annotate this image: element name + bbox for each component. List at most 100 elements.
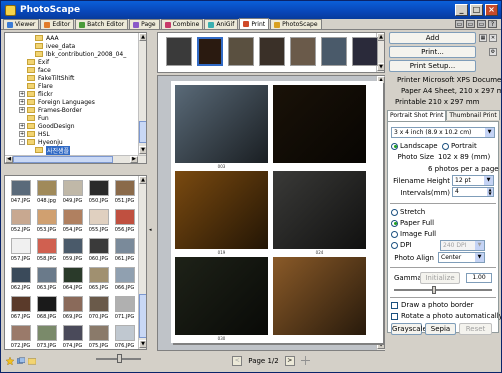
star-icon[interactable] (6, 356, 14, 365)
thumbnail-item[interactable]: 074.JPG (60, 323, 85, 349)
thumbnail-item[interactable]: 057.JPG (8, 236, 33, 264)
strip-photo[interactable] (166, 37, 192, 66)
screen-icon[interactable]: ▭ (455, 20, 464, 28)
thumbnail-item[interactable]: 059.JPG (60, 236, 85, 264)
tab-viewer[interactable]: Viewer (3, 19, 40, 29)
thumbnail-item[interactable]: 054.JPG (60, 207, 85, 235)
tree-item[interactable]: Flare (7, 82, 137, 90)
thumbnail-item[interactable]: 075.JPG (86, 323, 111, 349)
tree-item[interactable]: + Frames-Border (7, 106, 137, 114)
tab-page[interactable]: Page (129, 19, 160, 29)
rotate-auto-checkbox[interactable]: Rotate a photo automatically (391, 312, 501, 320)
screen-icon[interactable]: ▭ (466, 20, 475, 28)
maximize-button[interactable]: □ (470, 4, 483, 16)
thumbnail-browser[interactable]: 047.JPG 048.jpg 049.JPG 050.JPG 051.JPG 052.J… (4, 175, 147, 350)
collapse-icon[interactable]: - (19, 139, 25, 145)
photos-icon[interactable] (17, 357, 25, 365)
thumbnail-item[interactable]: 067.JPG (8, 294, 33, 322)
expand-icon[interactable]: + (19, 99, 25, 105)
preview-photo[interactable] (175, 85, 268, 163)
landscape-radio[interactable]: Landscape (391, 142, 438, 150)
strip-photo[interactable] (259, 37, 285, 66)
move-icon[interactable] (300, 356, 310, 365)
tree-item[interactable]: ivee_data (7, 42, 137, 50)
strip-photo[interactable] (197, 37, 223, 66)
thumbnail-item[interactable]: 055.JPG (86, 207, 111, 235)
add-button[interactable]: Add (389, 32, 476, 44)
delete-icon[interactable]: ✕ (489, 34, 497, 42)
thumbnail-item[interactable]: 065.JPG (86, 265, 111, 293)
thumbnail-item[interactable]: 063.JPG (34, 265, 59, 293)
tree-item[interactable]: + HSL (7, 130, 137, 138)
dpi-radio[interactable]: DPI (391, 241, 412, 249)
thumbnail-scrollbar[interactable]: ▲ ▼ (138, 176, 146, 349)
thumbnail-item[interactable]: 048.jpg (34, 178, 59, 206)
reset-button[interactable]: Reset (459, 323, 492, 335)
close-button[interactable]: × (485, 4, 498, 16)
gamma-value[interactable]: 1.00 (466, 273, 492, 283)
preview-photo[interactable] (273, 171, 366, 249)
tab-thumbnail-print[interactable]: Thumbnail Print (446, 110, 500, 120)
help-icon[interactable]: ? (488, 20, 497, 28)
tab-anigif[interactable]: AniGif (204, 19, 239, 29)
thumbnail-item[interactable]: 050.JPG (86, 178, 111, 206)
photo-size-select[interactable]: 3 x 4 inch (8.9 x 10.2 cm) ▼ (391, 127, 495, 138)
prev-page-button[interactable]: < (232, 355, 243, 366)
thumbnail-item[interactable]: 058.JPG (34, 236, 59, 264)
portrait-radio[interactable]: Portrait (442, 142, 477, 150)
thumbnail-item[interactable]: 073.JPG (34, 323, 59, 349)
tree-horizontal-scrollbar[interactable]: ◀ ▶ (5, 155, 146, 163)
tree-item[interactable]: AAA (7, 34, 137, 42)
grayscale-button[interactable]: Grayscale (391, 323, 427, 335)
tree-item[interactable]: + Foreign Languages (7, 98, 137, 106)
clear-icon[interactable]: ▦ (479, 34, 487, 42)
thumbnail-item[interactable]: 060.JPG (86, 236, 111, 264)
tab-combine[interactable]: Combine (160, 19, 204, 29)
thumbnail-item[interactable]: 052.JPG (8, 207, 33, 235)
gamma-slider[interactable] (394, 289, 492, 291)
tree-item[interactable]: + flickr (7, 90, 137, 98)
draw-border-checkbox[interactable]: Draw a photo border (391, 301, 474, 309)
photo-align-select[interactable]: Center ▼ (438, 252, 485, 263)
tab-batch-editor[interactable]: Batch Editor (75, 19, 129, 29)
thumbnail-size-knob[interactable] (117, 354, 122, 363)
folder-icon[interactable] (28, 357, 36, 365)
filename-height-select[interactable]: 12 pt ▼ (452, 175, 494, 186)
thumbnail-item[interactable]: 066.JPG (112, 265, 137, 293)
thumbnail-item[interactable]: 070.JPG (86, 294, 111, 322)
thumbnail-item[interactable]: 053.JPG (34, 207, 59, 235)
expand-icon[interactable]: + (19, 91, 25, 97)
strip-photo[interactable] (321, 37, 347, 66)
tab-photoscape[interactable]: PhotoScape (270, 19, 322, 29)
tab-print[interactable]: Print (239, 18, 270, 29)
tree-item[interactable]: Exif (7, 58, 137, 66)
paper-full-radio[interactable]: Paper Full (391, 219, 434, 227)
thumbnail-item[interactable]: 069.JPG (60, 294, 85, 322)
print-button[interactable]: Print... (389, 46, 476, 58)
thumbnail-item[interactable]: 076.JPG (112, 323, 137, 349)
expand-icon[interactable]: + (19, 123, 25, 129)
tree-item[interactable]: FakeTiltShift (7, 74, 137, 82)
thumbnail-item[interactable]: 061.JPG (112, 236, 137, 264)
selected-photos-strip[interactable]: ▲ ▼ (157, 32, 385, 73)
thumbnail-item[interactable]: 072.JPG (8, 323, 33, 349)
initialize-button[interactable]: Initialize (420, 272, 460, 284)
print-setup-button[interactable]: Print Setup... (389, 60, 476, 72)
dpi-select[interactable]: 240 DPI ▼ (440, 240, 485, 251)
gamma-slider-knob[interactable] (432, 286, 436, 294)
next-page-button[interactable]: > (284, 355, 295, 366)
thumbnail-item[interactable]: 062.JPG (8, 265, 33, 293)
tab-portrait-shot-print[interactable]: Portrait Shot Print (387, 110, 447, 121)
preview-photo[interactable] (175, 171, 268, 249)
stretch-radio[interactable]: Stretch (391, 208, 425, 216)
tree-vertical-scrollbar[interactable]: ▲ ▼ (138, 33, 146, 155)
tree-item[interactable]: - Hyeonju (7, 138, 137, 146)
tree-item[interactable]: Fun (7, 114, 137, 122)
sepia-button[interactable]: Sepia (425, 323, 456, 335)
tree-item[interactable]: face (7, 66, 137, 74)
thumbnail-item[interactable]: 056.JPG (112, 207, 137, 235)
thumbnail-item[interactable]: 051.JPG (112, 178, 137, 206)
intervals-spinner[interactable]: 4 ▲ ▼ (452, 187, 494, 197)
screen-icon[interactable]: ▭ (477, 20, 486, 28)
tree-item[interactable]: + GoodDesign (7, 122, 137, 130)
